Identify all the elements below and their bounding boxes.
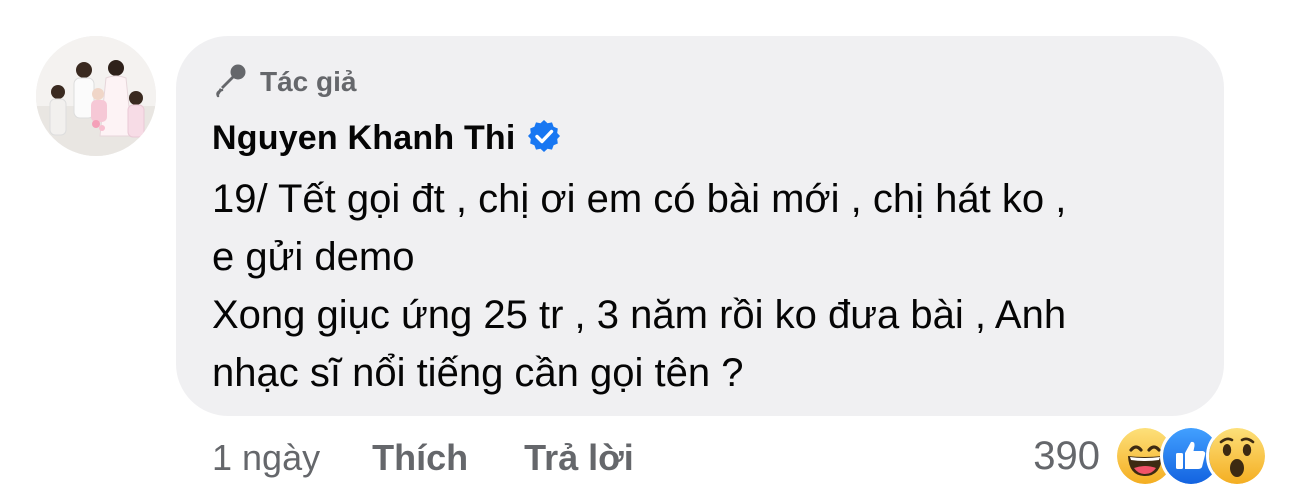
microphone-icon (212, 62, 248, 103)
comment-text-line: Xong giục ứng 25 tr , 3 năm rồi ko đưa b… (212, 293, 1067, 337)
reply-button[interactable]: Trả lời (524, 437, 634, 479)
comment-text: 19/ Tết gọi đt , chị ơi em có bài mới , … (212, 170, 1202, 402)
comment-bubble: Tác giả Nguyen Khanh Thi 19/ Tết gọi đt … (176, 36, 1224, 416)
reaction-count: 390 (1033, 433, 1100, 478)
reactions-summary[interactable]: 390 (1033, 425, 1268, 487)
comment-text-line: e gửi demo (212, 235, 415, 279)
author-name[interactable]: Nguyen Khanh Thi (212, 119, 516, 158)
avatar[interactable] (36, 36, 156, 156)
author-badge: Tác giả (212, 62, 356, 102)
comment-timestamp[interactable]: 1 ngày (212, 437, 320, 479)
wow-icon (1206, 425, 1268, 487)
author-badge-label: Tác giả (260, 66, 357, 97)
verified-badge-icon (526, 118, 562, 159)
family-photo-icon (36, 36, 156, 156)
author-row: Nguyen Khanh Thi (212, 116, 562, 160)
like-button[interactable]: Thích (372, 437, 468, 479)
comment: Tác giả Nguyen Khanh Thi 19/ Tết gọi đt … (0, 0, 1290, 499)
reaction-icons (1114, 425, 1268, 487)
comment-actions: 1 ngày Thích Trả lời (212, 434, 690, 482)
comment-text-line: 19/ Tết gọi đt , chị ơi em có bài mới , … (212, 177, 1067, 221)
comment-text-line: nhạc sĩ nổi tiếng cần gọi tên ? (212, 351, 744, 395)
